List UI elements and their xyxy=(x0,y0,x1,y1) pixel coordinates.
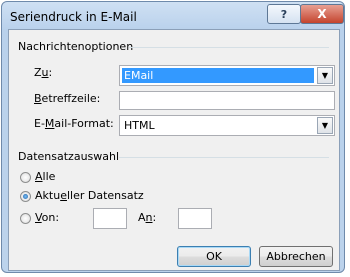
record-selection-divider xyxy=(119,157,329,158)
close-button[interactable]: X xyxy=(300,4,344,24)
subject-input[interactable] xyxy=(119,91,335,110)
help-icon: ? xyxy=(280,7,288,21)
radio-all-label: Alle xyxy=(35,170,56,183)
radio-from-label: Von: xyxy=(35,211,60,224)
mail-format-value: HTML xyxy=(124,119,155,132)
mail-merge-dialog: Seriendruck in E-Mail ? X Nachrichtenopt… xyxy=(1,1,345,273)
chevron-down-icon[interactable]: ▼ xyxy=(317,67,333,84)
radio-current-record-label: Aktueller Datensatz xyxy=(35,189,144,202)
subject-label: Betreffzeile: xyxy=(34,92,101,105)
radio-all[interactable] xyxy=(20,172,31,183)
to-field-value: EMail xyxy=(122,68,314,83)
mail-format-select[interactable]: HTML ▼ xyxy=(119,115,335,136)
dialog-body: Nachrichtenoptionen Zu: EMail ▼ Betreffz… xyxy=(8,29,340,271)
chevron-down-icon[interactable]: ▼ xyxy=(317,117,333,134)
radio-from[interactable] xyxy=(20,213,31,224)
radio-current-record[interactable] xyxy=(20,191,31,202)
to-record-input[interactable] xyxy=(178,208,212,229)
from-input[interactable] xyxy=(93,208,127,229)
record-selection-label: Datensatzauswahl xyxy=(18,150,120,163)
dialog-title: Seriendruck in E-Mail xyxy=(10,10,137,24)
message-options-label: Nachrichtenoptionen xyxy=(18,40,134,53)
close-icon: X xyxy=(317,7,327,21)
ok-button[interactable]: OK xyxy=(177,246,251,267)
to-label: Zu: xyxy=(34,66,53,79)
mail-format-label: E-Mail-Format: xyxy=(34,117,114,130)
to-record-label: An: xyxy=(138,211,157,224)
cancel-button[interactable]: Abbrechen xyxy=(259,246,333,267)
message-options-divider xyxy=(129,47,329,48)
help-button[interactable]: ? xyxy=(267,4,301,24)
to-field-select[interactable]: EMail ▼ xyxy=(119,65,335,86)
